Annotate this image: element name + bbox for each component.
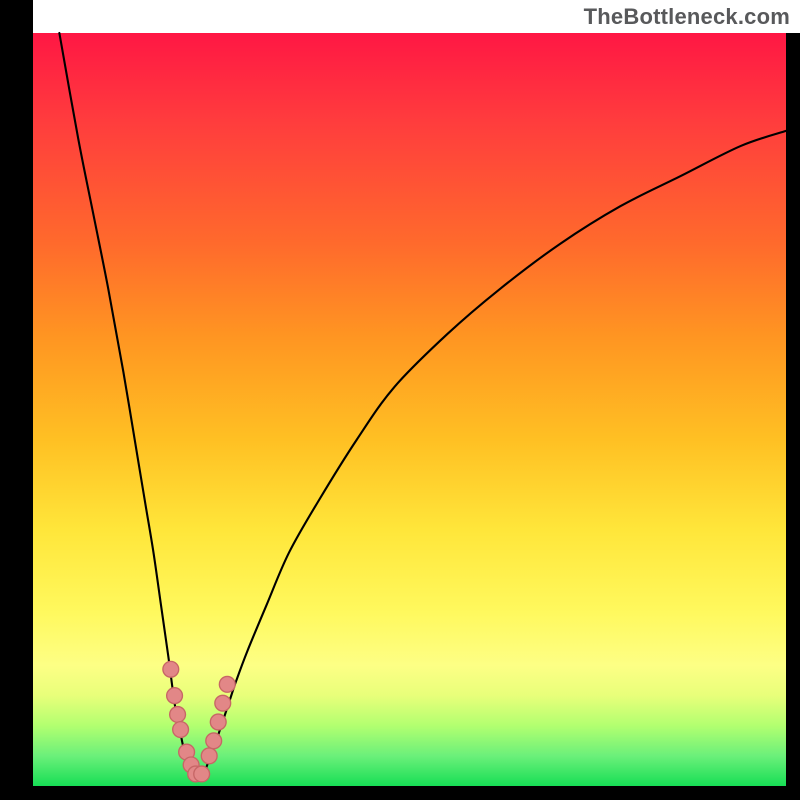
trough-dot: [173, 722, 189, 738]
chart-frame: TheBottleneck.com: [0, 0, 800, 800]
trough-dot: [206, 733, 222, 749]
trough-dot: [163, 661, 179, 677]
curve-right: [199, 131, 786, 779]
curve-layer: [33, 33, 786, 786]
attribution-label: TheBottleneck.com: [584, 4, 790, 30]
trough-dots: [163, 661, 235, 781]
trough-dot: [201, 748, 217, 764]
trough-dot: [170, 707, 186, 723]
trough-dot: [167, 688, 183, 704]
trough-dot: [215, 695, 231, 711]
trough-dot: [210, 714, 226, 730]
trough-dot: [219, 676, 235, 692]
trough-dot: [194, 766, 210, 782]
